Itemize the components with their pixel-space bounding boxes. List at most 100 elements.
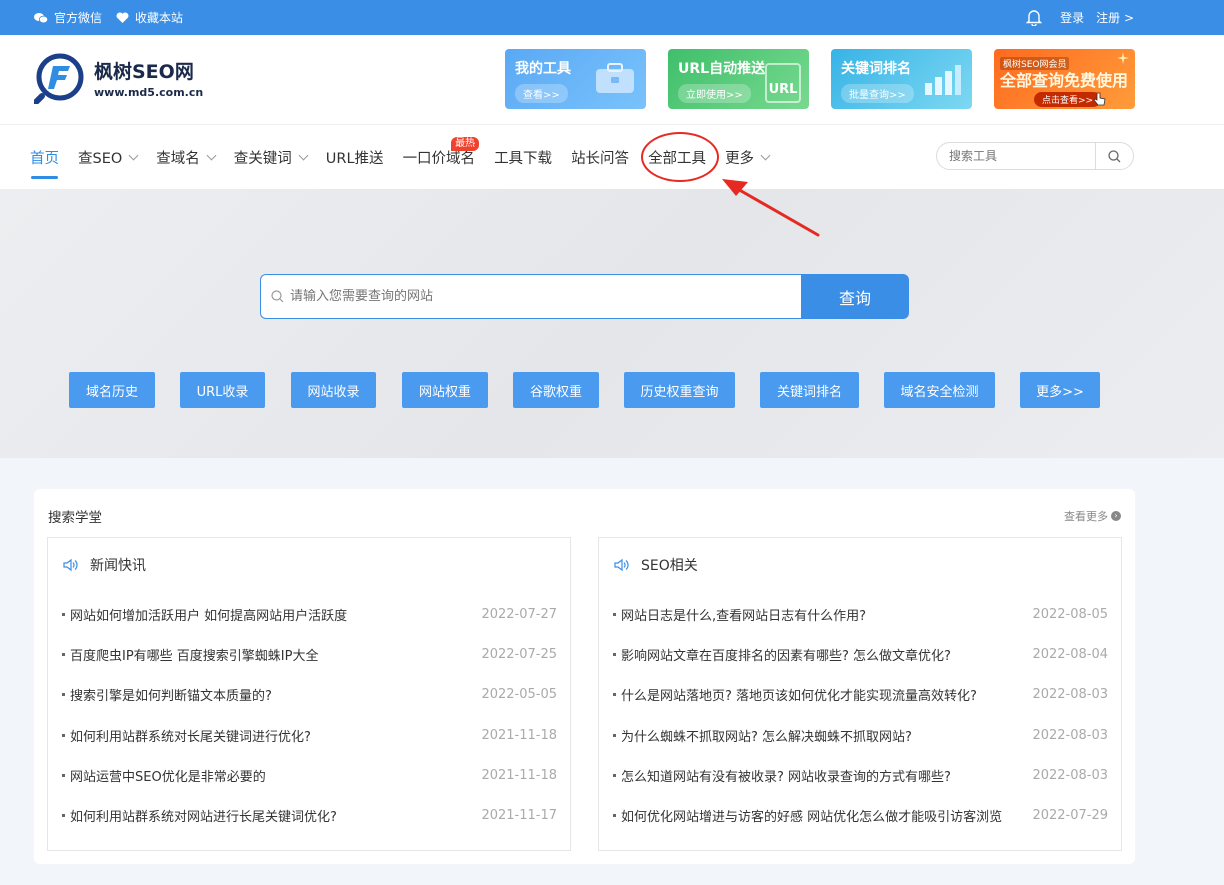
news-item[interactable]: 网站日志是什么,查看网站日志有什么作用? 2022-08-05: [613, 594, 1108, 634]
quick-link[interactable]: 域名历史: [69, 372, 155, 408]
quick-link[interactable]: 历史权重查询: [624, 372, 735, 408]
nav-label: 查域名: [156, 150, 200, 167]
news-item[interactable]: 如何优化网站增进与访客的好感 网站优化怎么做才能吸引访客浏览 2022-07-29: [613, 795, 1108, 835]
banner-url-push[interactable]: URL自动推送 立即使用>> URL: [668, 49, 809, 109]
banner-title: 关键词排名: [841, 61, 911, 77]
bell-icon[interactable]: [1026, 9, 1043, 26]
news-item[interactable]: 为什么蜘蛛不抓取网站? 怎么解决蜘蛛不抓取网站? 2022-08-03: [613, 715, 1108, 755]
hot-badge: 最热: [451, 137, 480, 151]
search-icon: [1108, 149, 1121, 162]
news-title: 怎么知道网站有没有被收录? 网站收录查询的方式有哪些?: [621, 769, 951, 785]
banner-button: 立即使用>>: [678, 84, 751, 103]
wechat-link[interactable]: 官方微信: [34, 9, 102, 26]
card-title: 搜索学堂: [48, 510, 102, 526]
banner-my-tools[interactable]: 我的工具 查看>>: [505, 49, 646, 109]
news-item[interactable]: 如何利用站群系统对长尾关键词进行优化? 2021-11-18: [62, 715, 557, 755]
chevron-down-icon: [206, 150, 217, 160]
news-title: 什么是网站落地页? 落地页该如何优化才能实现流量高效转化?: [621, 689, 977, 705]
tool-search: [936, 142, 1134, 170]
logo-url: www.md5.com.cn: [94, 86, 204, 99]
quick-link[interactable]: 关键词排名: [760, 372, 859, 408]
site-logo[interactable]: 枫树SEO网 www.md5.com.cn: [34, 52, 203, 104]
news-title: 搜索引擎是如何判断锚文本质量的?: [70, 689, 272, 705]
nav-label: 站长问答: [571, 150, 630, 167]
banner-button: 查看>>: [515, 84, 568, 103]
banner-title: URL自动推送: [678, 61, 766, 77]
bullet: [613, 733, 616, 737]
news-item[interactable]: 网站运营中SEO优化是非常必要的 2021-11-18: [62, 755, 557, 795]
quick-link-more[interactable]: 更多>>: [1020, 372, 1100, 408]
nav-url-push[interactable]: URL推送: [326, 125, 384, 189]
nav-all-tools[interactable]: 全部工具: [648, 125, 706, 189]
news-date: 2022-08-04: [1032, 646, 1108, 662]
quick-link[interactable]: 网站收录: [291, 372, 376, 408]
favorite-link[interactable]: 收藏本站: [116, 9, 183, 26]
site-search: 查询: [260, 274, 909, 319]
nav-fixed-price-domain[interactable]: 一口价域名 最热: [403, 125, 480, 189]
wechat-label: 官方微信: [54, 11, 103, 25]
tool-search-input[interactable]: [949, 144, 1095, 168]
site-search-field: [260, 274, 801, 319]
seo-column: SEO相关 网站日志是什么,查看网站日志有什么作用? 2022-08-05 影响网…: [598, 537, 1122, 851]
banner-free-use[interactable]: 枫树SEO网会员 全部查询免费使用 点击查看>>: [994, 49, 1135, 109]
bullet: [62, 814, 65, 818]
news-date: 2022-07-25: [481, 646, 557, 662]
bullet: [62, 773, 65, 777]
nav-qa[interactable]: 站长问答: [571, 125, 629, 189]
nav-keyword[interactable]: 查关键词: [234, 125, 309, 189]
news-title: 百度爬虫IP有哪些 百度搜索引擎蜘蛛IP大全: [70, 648, 319, 664]
header: 枫树SEO网 www.md5.com.cn 我的工具 查看>> URL自动推送 …: [0, 35, 1224, 124]
wechat-icon: [34, 12, 48, 24]
nav-seo[interactable]: 查SEO: [78, 125, 139, 189]
news-item[interactable]: 网站如何增加活跃用户 如何提高网站用户活跃度 2022-07-27: [62, 594, 557, 634]
register-link[interactable]: 注册 >: [1096, 9, 1134, 26]
column-heading: SEO相关: [641, 558, 698, 574]
news-title: 网站运营中SEO优化是非常必要的: [70, 769, 266, 785]
news-date: 2022-07-29: [1032, 808, 1108, 824]
top-bar: 官方微信 收藏本站 登录 注册 >: [0, 0, 1224, 35]
quick-link[interactable]: 谷歌权重: [513, 372, 599, 408]
nav-tool-download[interactable]: 工具下载: [494, 125, 552, 189]
site-search-button[interactable]: 查询: [801, 274, 909, 319]
news-date: 2022-08-05: [1032, 606, 1108, 622]
quick-link[interactable]: URL收录: [180, 372, 265, 408]
news-title: 影响网站文章在百度排名的因素有哪些? 怎么做文章优化?: [621, 648, 951, 664]
favorite-label: 收藏本站: [135, 11, 184, 25]
banner-title: 全部查询免费使用: [1000, 71, 1129, 90]
site-search-input[interactable]: [290, 289, 801, 304]
news-item[interactable]: 搜索引擎是如何判断锚文本质量的? 2022-05-05: [62, 675, 557, 715]
nav-label: 首页: [30, 150, 59, 167]
news-date: 2022-08-03: [1032, 727, 1108, 743]
search-icon: [271, 290, 284, 303]
nav-more[interactable]: 更多: [725, 125, 771, 189]
news-title: 为什么蜘蛛不抓取网站? 怎么解决蜘蛛不抓取网站?: [621, 729, 912, 745]
nav-home[interactable]: 首页: [30, 125, 59, 189]
quick-link[interactable]: 域名安全检测: [884, 372, 995, 408]
url-doc-icon: URL: [765, 63, 801, 103]
news-item[interactable]: 如何利用站群系统对网站进行长尾关键词优化? 2021-11-17: [62, 795, 557, 835]
view-more-link[interactable]: 查看更多 ›: [1064, 508, 1121, 524]
nav-label: 查SEO: [78, 150, 123, 167]
news-date: 2022-07-27: [481, 606, 557, 622]
tool-search-button[interactable]: [1096, 143, 1133, 169]
nav-label: 全部工具: [648, 150, 707, 167]
login-link[interactable]: 登录: [1060, 9, 1084, 26]
hero-section: 查询 域名历史 URL收录 网站收录 网站权重 谷歌权重 历史权重查询 关键词排…: [0, 189, 1224, 458]
news-date: 2022-08-03: [1032, 767, 1108, 783]
main-nav: 首页 查SEO 查域名 查关键词 URL推送 一口价域名 最热 工具下载 站长问答…: [0, 124, 1224, 189]
bullet: [613, 612, 616, 616]
news-item[interactable]: 什么是网站落地页? 落地页该如何优化才能实现流量高效转化? 2022-08-03: [613, 675, 1108, 715]
news-date: 2022-08-03: [1032, 687, 1108, 703]
banner-title: 我的工具: [515, 61, 571, 77]
nav-domain[interactable]: 查域名: [156, 125, 217, 189]
banner-keyword-rank[interactable]: 关键词排名 批量查询>>: [831, 49, 972, 109]
speaker-icon: [63, 558, 78, 572]
news-title: 如何利用站群系统对网站进行长尾关键词优化?: [70, 810, 337, 826]
news-title: 网站如何增加活跃用户 如何提高网站用户活跃度: [70, 608, 348, 624]
news-title: 如何利用站群系统对长尾关键词进行优化?: [70, 729, 311, 745]
news-item[interactable]: 影响网站文章在百度排名的因素有哪些? 怎么做文章优化? 2022-08-04: [613, 634, 1108, 674]
toolbox-icon: [596, 63, 634, 93]
quick-link[interactable]: 网站权重: [402, 372, 488, 408]
news-item[interactable]: 怎么知道网站有没有被收录? 网站收录查询的方式有哪些? 2022-08-03: [613, 755, 1108, 795]
news-item[interactable]: 百度爬虫IP有哪些 百度搜索引擎蜘蛛IP大全 2022-07-25: [62, 634, 557, 674]
